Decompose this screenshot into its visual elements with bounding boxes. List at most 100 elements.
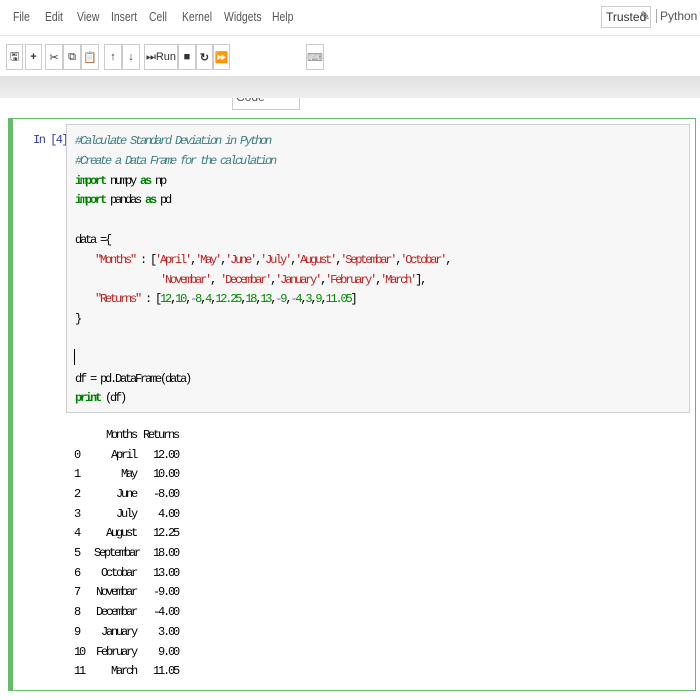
code-token: , [210,272,221,287]
output-row: 11 March 11.05 [74,662,180,682]
code-token: 'Septembar' [340,252,397,267]
code-token: 'August' [295,252,337,267]
menu-cell[interactable]: Cell [149,9,167,24]
menu-help[interactable]: Help [272,9,293,24]
code-token: 12.25 [215,292,242,307]
menu-bar: File Edit View Insert Cell Kernel Widgets Help … [0,0,700,36]
returns-cell: 12.25 [152,526,180,541]
output-row: 10 February 9.00 [74,643,180,663]
code-token: : [ [135,252,157,267]
row-index: 9 [74,624,81,639]
menu-insert[interactable]: Insert [111,9,137,24]
returns-cell: 4.00 [157,506,180,521]
returns-cell: -8.00 [152,487,180,502]
month-cell: January [100,624,138,639]
code-line: #Create a Data Frame for the calculation [75,152,450,172]
text-cursor [74,349,75,365]
code-token: data ={ [75,232,112,247]
row-index: 2 [74,487,81,502]
code-token: 'February' [325,272,377,287]
menu-edit[interactable]: Edit [45,9,63,24]
code-token: ], [415,272,427,287]
row-index: 4 [74,526,81,541]
returns-cell: 13.00 [152,565,180,580]
code-token: #Create a Data Frame for the calculation [75,153,277,168]
code-token: print [75,391,102,406]
code-line: } [75,310,450,330]
code-token: 'Novembar' [160,272,212,287]
output-row: 2 June -8.00 [74,485,180,505]
code-input[interactable]: #Calculate Standard Deviation in Python #… [66,124,690,413]
code-token: pd [155,193,172,208]
row-index: 3 [74,506,81,521]
pencil-icon[interactable]: ✎ [640,9,650,23]
code-token: 'May' [195,252,222,267]
code-token: 'April' [155,252,192,267]
code-token: #Calculate Standard Deviation in Python [75,134,272,148]
month-cell: Decembar [95,605,138,620]
row-index: 7 [74,585,81,600]
month-cell: Octobar [100,565,138,580]
cut-icon[interactable]: ✂ [45,44,63,70]
output-row: 7 Novembar -9.00 [74,584,180,604]
stop-icon[interactable]: ■ [178,44,196,70]
month-cell: April [110,447,138,462]
code-token: 'March' [380,272,417,287]
code-token: 'July' [260,252,292,267]
code-line: "Months" : ['April','May','June','July',… [75,251,452,271]
row-index: 11 [74,664,86,679]
fast-forward-icon[interactable]: ⏩ [213,44,230,70]
code-token: import [75,173,107,188]
code-line: import numpy as np [75,172,450,192]
code-token: "Months" [95,252,137,267]
returns-cell: 18.00 [152,546,180,561]
output-row: 1 May 10.00 [74,465,180,485]
row-index: 10 [74,644,86,659]
save-icon[interactable]: 🖫 [6,44,23,70]
code-token: df = pd.DataFrame(data) [75,371,192,386]
code-token: as [140,173,152,188]
output-row: 8 Decembar -4.00 [74,603,180,623]
code-token: 13 [260,292,272,307]
move-up-icon[interactable]: ↑ [104,44,122,70]
code-token: import [75,193,107,208]
output-header: Months Returns [74,426,180,446]
month-cell: March [110,664,138,679]
output-row: 0 April 12.00 [74,446,180,466]
row-index: 8 [74,605,81,620]
code-token: 12 [160,292,172,307]
run-button[interactable]: ⏭ Run [144,44,178,70]
code-line: df = pd.DataFrame(data) [75,370,450,390]
restart-icon[interactable]: ↻ [196,44,213,70]
code-token: : [ [140,292,162,307]
copy-icon[interactable]: ⧉ [63,44,81,70]
keyboard-icon[interactable]: ⌨ [306,44,324,70]
code-token: pandas [105,193,146,208]
output-row: 4 August 12.25 [74,524,180,544]
menu-kernel[interactable]: Kernel [182,9,212,24]
returns-cell: 9.00 [157,644,180,659]
month-cell: August [105,526,138,541]
cell-output: Months Returns 0 April 12.00 1 May 10.00 2 June -8… [74,426,180,682]
code-token: 'June' [225,252,257,267]
menu-view[interactable]: View [77,9,99,24]
code-token: np [150,173,167,188]
code-token: ] [350,292,357,307]
code-line: data ={ [75,231,450,251]
code-token: 11.05 [325,292,352,307]
paste-icon[interactable]: 📋 [81,44,99,70]
run-icon: ⏭ [145,50,156,63]
code-token: 'Octobar' [400,252,447,267]
returns-cell: Returns [142,427,180,442]
move-down-icon[interactable]: ↓ [122,44,140,70]
menu-file[interactable]: File [13,9,30,24]
add-cell-icon[interactable]: + [25,44,42,70]
menu-widgets[interactable]: Widgets [224,9,262,24]
kernel-name[interactable]: Python 3 [656,9,700,23]
code-token: numpy [105,173,141,188]
